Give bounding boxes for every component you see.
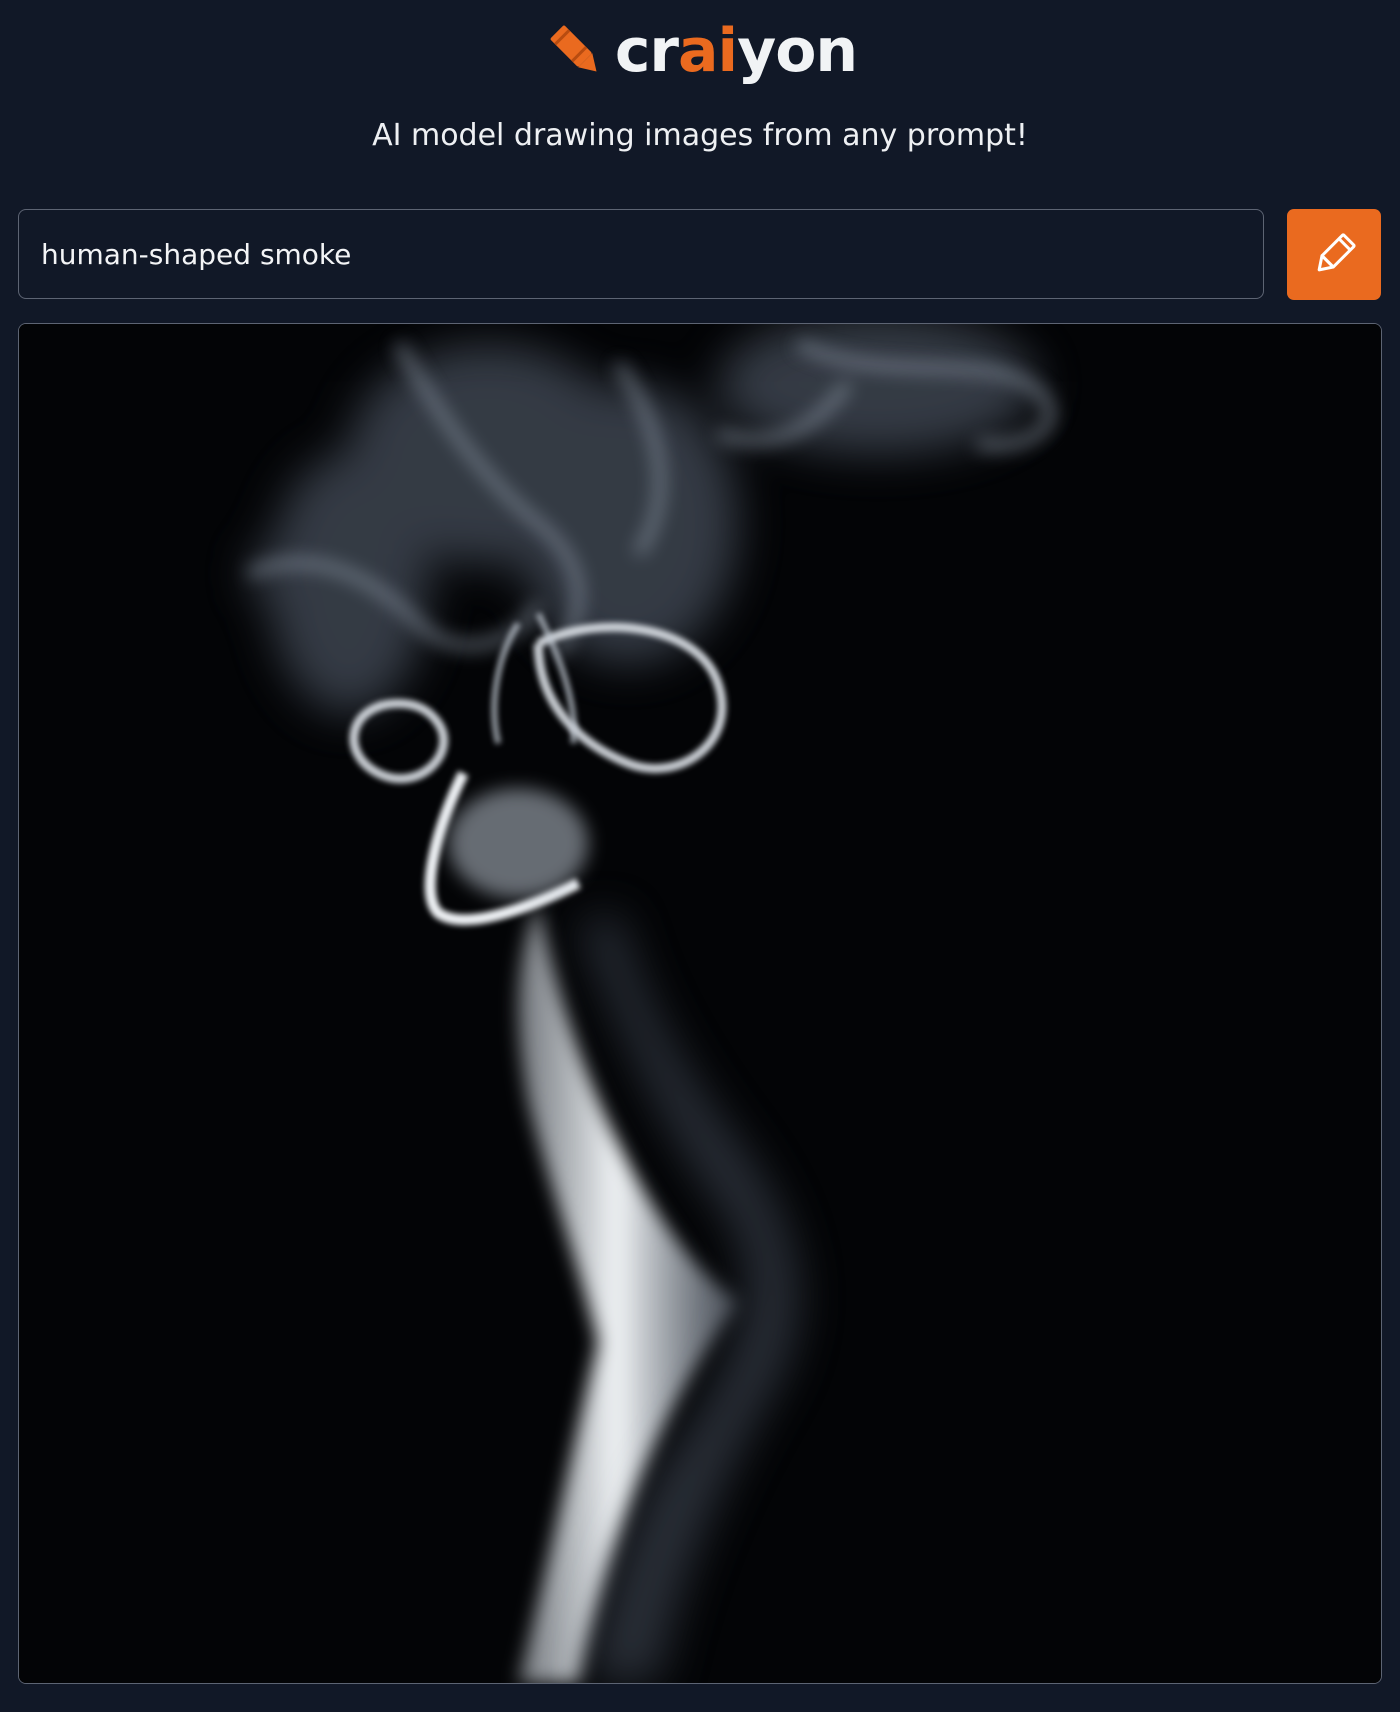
wordmark-accent: ai — [678, 16, 738, 86]
craiyon-page: craiyon AI model drawing images from any… — [0, 0, 1400, 1712]
wordmark-suffix: yon — [737, 16, 858, 86]
crayon-icon — [550, 25, 597, 72]
brand-wordmark: craiyon — [615, 21, 858, 81]
draw-button[interactable] — [1287, 209, 1381, 300]
tagline: AI model drawing images from any prompt! — [372, 118, 1028, 153]
crayon-draw-icon — [1317, 232, 1356, 271]
brand-logo[interactable]: craiyon — [0, 18, 1400, 84]
wordmark-prefix: cr — [614, 16, 679, 86]
prompt-input[interactable] — [18, 209, 1264, 299]
generated-image[interactable] — [18, 323, 1382, 1684]
smoke-image — [19, 324, 1381, 1683]
